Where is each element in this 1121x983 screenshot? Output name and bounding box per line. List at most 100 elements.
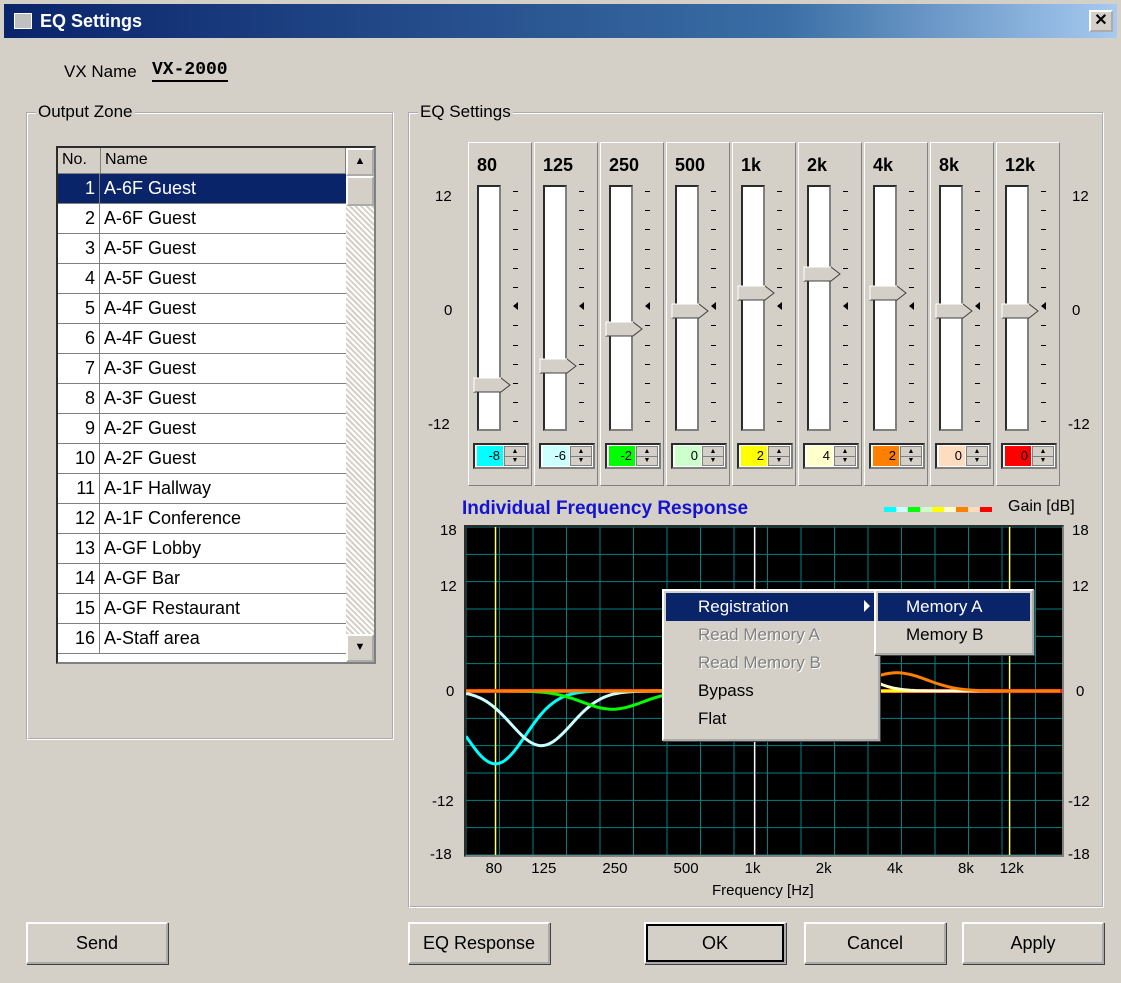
eq-gain-spinner[interactable]: 4 ▲ ▼	[803, 443, 859, 469]
zero-marker-icon	[579, 302, 584, 311]
menu-item-registration[interactable]: Registration	[666, 593, 876, 621]
send-button[interactable]: Send	[26, 922, 168, 964]
slider-tick	[975, 191, 980, 192]
eq-slider-thumb[interactable]	[539, 358, 577, 374]
gain-label: Gain [dB]	[1008, 498, 1075, 515]
submenu-item-memory-a[interactable]: Memory A	[878, 593, 1030, 621]
eq-response-button[interactable]: EQ Response	[408, 922, 550, 964]
zone-row[interactable]: 10 A-2F Guest	[58, 444, 346, 474]
eq-slider-thumb[interactable]	[473, 377, 511, 393]
slider-tick	[909, 287, 914, 288]
zone-row[interactable]: 3 A-5F Guest	[58, 234, 346, 264]
zone-row[interactable]: 14 A-GF Bar	[58, 564, 346, 594]
eq-gain-spinner[interactable]: 2 ▲ ▼	[737, 443, 793, 469]
slider-tick	[711, 383, 716, 384]
eq-gain-value[interactable]: -8	[477, 446, 503, 466]
zone-row-name: A-4F Guest	[104, 328, 197, 348]
menu-item-bypass[interactable]: Bypass	[666, 677, 876, 705]
spin-down-icon[interactable]: ▼	[703, 456, 723, 466]
zone-row-name: A-5F Guest	[104, 238, 197, 258]
slider-tick	[1041, 229, 1046, 231]
spin-down-icon[interactable]: ▼	[769, 456, 789, 466]
zone-row[interactable]: 12 A-1F Conference	[58, 504, 346, 534]
zone-row[interactable]: 8 A-3F Guest	[58, 384, 346, 414]
zone-row[interactable]: 1 A-6F Guest	[58, 174, 346, 204]
eq-gain-value[interactable]: -2	[609, 446, 635, 466]
spinner-arrows: ▲ ▼	[1032, 446, 1054, 466]
zone-row-name: A-Staff area	[104, 628, 200, 648]
submenu-item-memory-b[interactable]: Memory B	[878, 621, 1030, 649]
scroll-up-button[interactable]: ▲	[346, 148, 374, 176]
zone-row[interactable]: 11 A-1F Hallway	[58, 474, 346, 504]
zone-row[interactable]: 6 A-4F Guest	[58, 324, 346, 354]
eq-gain-spinner[interactable]: -2 ▲ ▼	[605, 443, 661, 469]
spin-down-icon[interactable]: ▼	[637, 456, 657, 466]
eq-slider-thumb[interactable]	[671, 303, 709, 319]
eq-slider-track[interactable]	[873, 185, 897, 431]
eq-slider-thumb[interactable]	[803, 266, 841, 282]
eq-gain-spinner[interactable]: 0 ▲ ▼	[1001, 443, 1057, 469]
spin-down-icon[interactable]: ▼	[901, 456, 921, 466]
zone-row[interactable]: 2 A-6F Guest	[58, 204, 346, 234]
eq-gain-value[interactable]: 0	[939, 446, 965, 466]
spin-down-icon[interactable]: ▼	[967, 456, 987, 466]
slider-tick	[909, 421, 914, 423]
spin-down-icon[interactable]: ▼	[835, 456, 855, 466]
eq-gain-value[interactable]: 0	[675, 446, 701, 466]
close-button[interactable]: ✕	[1089, 10, 1113, 32]
close-icon: ✕	[1094, 12, 1108, 29]
eq-band-label: 250	[609, 155, 640, 175]
slider-tick	[777, 248, 782, 250]
list-scrollbar[interactable]: ▲ ▼	[346, 148, 374, 662]
eq-gain-value[interactable]: 2	[741, 446, 767, 466]
slider-tick	[777, 210, 782, 212]
zone-row[interactable]: 16 A-Staff area	[58, 624, 346, 654]
eq-band-250: 250 -2 ▲ ▼	[600, 142, 664, 486]
eq-band-80: 80 -8 ▲ ▼	[468, 142, 532, 486]
eq-slider-thumb[interactable]	[605, 321, 643, 337]
menu-item-flat[interactable]: Flat	[666, 705, 876, 733]
slider-tick	[579, 344, 584, 346]
legend-color-swatch	[980, 507, 992, 512]
zone-row[interactable]: 7 A-3F Guest	[58, 354, 346, 384]
eq-slider-track[interactable]	[609, 185, 633, 431]
eq-slider-track[interactable]	[741, 185, 765, 431]
eq-gain-value[interactable]: 2	[873, 446, 899, 466]
spin-down-icon[interactable]: ▼	[1033, 456, 1053, 466]
spin-down-icon[interactable]: ▼	[571, 456, 591, 466]
spin-down-icon[interactable]: ▼	[505, 456, 525, 466]
eq-gain-value[interactable]: -6	[543, 446, 569, 466]
eq-slider-thumb[interactable]	[869, 285, 907, 301]
ok-button[interactable]: OK	[644, 922, 786, 964]
slider-tick	[1041, 363, 1046, 365]
column-header-no[interactable]: No.	[58, 148, 101, 174]
zone-row[interactable]: 5 A-4F Guest	[58, 294, 346, 324]
eq-gain-spinner[interactable]: -6 ▲ ▼	[539, 443, 595, 469]
zone-row[interactable]: 15 A-GF Restaurant	[58, 594, 346, 624]
slider-tick	[1041, 402, 1046, 404]
window-title: EQ Settings	[40, 11, 143, 31]
eq-gain-spinner[interactable]: -8 ▲ ▼	[473, 443, 529, 469]
eq-slider-thumb[interactable]	[737, 285, 775, 301]
eq-slider-thumb[interactable]	[935, 303, 973, 319]
scroll-down-button[interactable]: ▼	[346, 634, 374, 662]
menu-item-label: Read Memory A	[698, 625, 820, 644]
eq-gain-value[interactable]: 4	[807, 446, 833, 466]
slider-tick	[513, 402, 518, 404]
eq-gain-spinner[interactable]: 0 ▲ ▼	[935, 443, 991, 469]
zone-row[interactable]: 13 A-GF Lobby	[58, 534, 346, 564]
eq-slider-track[interactable]	[543, 185, 567, 431]
eq-slider-thumb[interactable]	[1001, 303, 1039, 319]
eq-gain-spinner[interactable]: 0 ▲ ▼	[671, 443, 727, 469]
eq-gain-value[interactable]: 0	[1005, 446, 1031, 466]
output-zone-list[interactable]: No. Name 1 A-6F Guest 2 A-6F Guest 3 A-5F Gue…	[56, 146, 376, 664]
eq-slider-track[interactable]	[807, 185, 831, 431]
zone-row[interactable]: 4 A-5F Guest	[58, 264, 346, 294]
cancel-button[interactable]: Cancel	[804, 922, 946, 964]
column-header-name[interactable]: Name	[101, 148, 346, 174]
zone-row[interactable]: 9 A-2F Guest	[58, 414, 346, 444]
apply-button[interactable]: Apply	[962, 922, 1104, 964]
eq-gain-spinner[interactable]: 2 ▲ ▼	[869, 443, 925, 469]
eq-slider-track[interactable]	[477, 185, 501, 431]
scroll-thumb[interactable]	[346, 176, 374, 206]
